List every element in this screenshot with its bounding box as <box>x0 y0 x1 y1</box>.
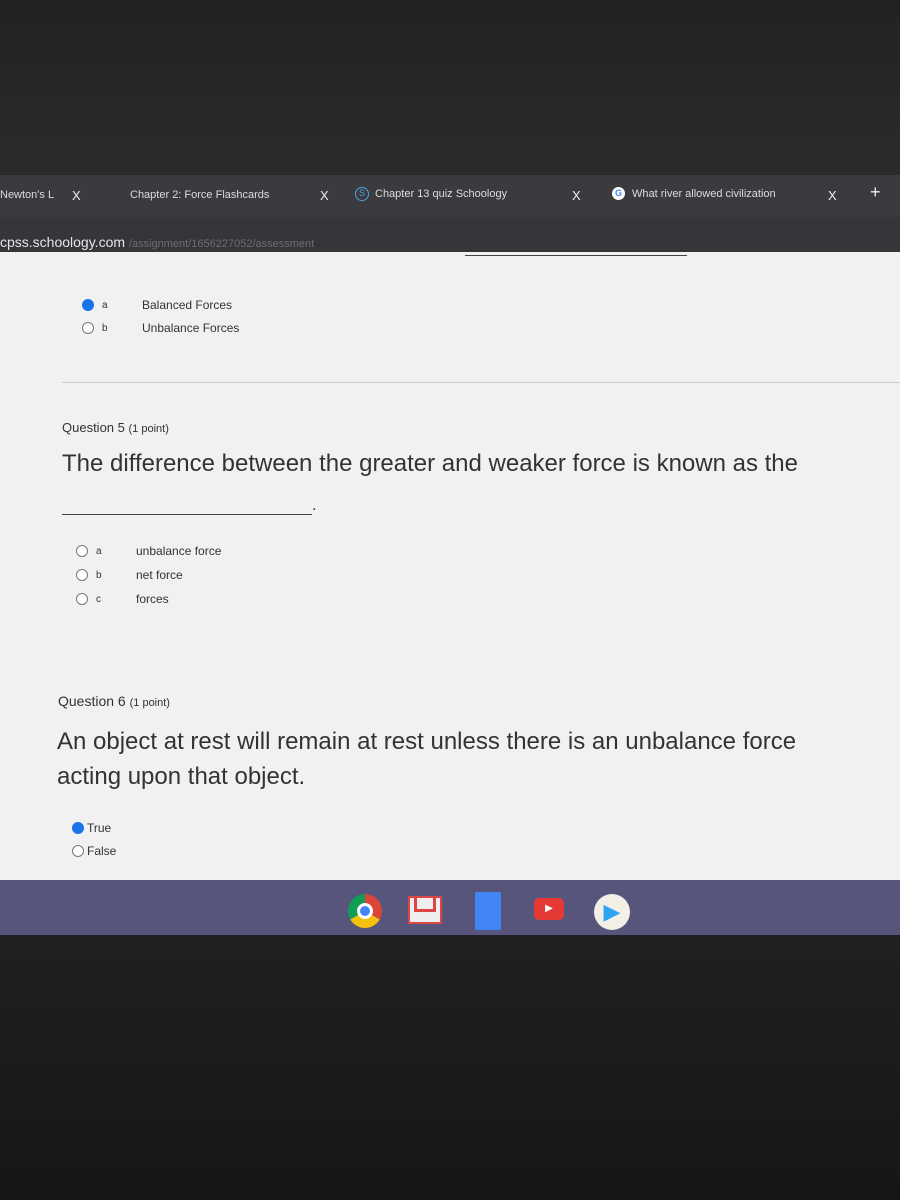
tab-flashcards[interactable]: Chapter 2: Force Flashcards <box>130 189 269 201</box>
close-icon[interactable]: X <box>72 188 81 203</box>
close-icon[interactable]: X <box>320 188 329 203</box>
option-text: net force <box>136 568 183 582</box>
q6-text-line2: acting upon that object. <box>57 763 306 790</box>
option-letter: a <box>96 545 102 557</box>
option-letter: c <box>96 593 101 605</box>
tab-bar: Newton's L X Chapter 2: Force Flashcards… <box>0 175 900 217</box>
close-icon[interactable]: X <box>572 188 581 203</box>
option-text: Balanced Forces <box>142 298 233 312</box>
q5-option-c[interactable]: c forces <box>76 592 169 606</box>
radio[interactable] <box>76 545 88 557</box>
q5-option-a[interactable]: a unbalance force <box>76 544 221 558</box>
radio-selected[interactable] <box>72 822 84 834</box>
option-text: Unbalance Forces <box>142 321 240 335</box>
screen-bezel <box>0 0 900 175</box>
new-tab-button[interactable]: + <box>870 182 881 203</box>
url-path: /assignment/1656227052/assessment <box>128 238 315 250</box>
q6-text-line1: An object at rest will remain at rest un… <box>57 728 797 755</box>
option-letter: b <box>96 569 102 581</box>
q6-header: Question 6 (1 point) <box>58 693 170 709</box>
radio[interactable] <box>72 845 84 857</box>
youtube-icon[interactable]: ▶ <box>534 898 564 920</box>
q4-option-b[interactable]: b Unbalance Forces <box>82 321 239 335</box>
gmail-icon[interactable] <box>408 896 442 924</box>
tab-schoology[interactable]: S Chapter 13 quiz Schoology <box>355 187 507 201</box>
schoology-icon: S <box>355 187 369 201</box>
radio[interactable] <box>76 593 88 605</box>
screen-bezel-bottom <box>0 935 900 1200</box>
option-text: forces <box>136 592 169 606</box>
option-text: unbalance force <box>136 544 222 558</box>
google-icon: G <box>612 187 625 200</box>
play-store-icon[interactable]: ▶ <box>594 894 630 930</box>
period: . <box>312 497 317 514</box>
quiz-content: a Balanced Forces b Unbalance Forces Quest… <box>0 252 900 880</box>
chrome-icon[interactable] <box>348 894 382 928</box>
option-letter: b <box>102 322 108 334</box>
tab-newtons[interactable]: Newton's L <box>0 189 54 201</box>
tab-label: Chapter 13 quiz Schoology <box>375 188 508 200</box>
q4-option-a[interactable]: a Balanced Forces <box>82 298 232 312</box>
answer-blank <box>62 514 312 515</box>
q6-option-false[interactable]: False <box>72 844 116 858</box>
divider <box>62 382 900 383</box>
close-icon[interactable]: X <box>828 188 837 203</box>
tab-google[interactable]: G What river allowed civilization <box>612 187 776 200</box>
q5-text: The difference between the greater and w… <box>62 450 798 477</box>
q5-option-b[interactable]: b net force <box>76 568 183 582</box>
radio-selected[interactable] <box>82 299 94 311</box>
option-letter: a <box>102 299 108 311</box>
answer-blank <box>465 255 687 256</box>
option-text: True <box>87 821 112 835</box>
docs-icon[interactable] <box>475 892 501 930</box>
radio[interactable] <box>82 322 94 334</box>
q5-header: Question 5 (1 point) <box>62 420 169 435</box>
radio[interactable] <box>76 569 88 581</box>
option-text: False <box>87 844 117 858</box>
url-domain: cpss.schoology.com <box>0 234 126 250</box>
tab-label: What river allowed civilization <box>632 187 776 200</box>
q6-option-true[interactable]: True <box>72 821 111 835</box>
os-shelf: ▶ ▶ <box>0 880 900 935</box>
address-bar[interactable]: cpss.schoology.com /assignment/165622705… <box>0 217 900 257</box>
